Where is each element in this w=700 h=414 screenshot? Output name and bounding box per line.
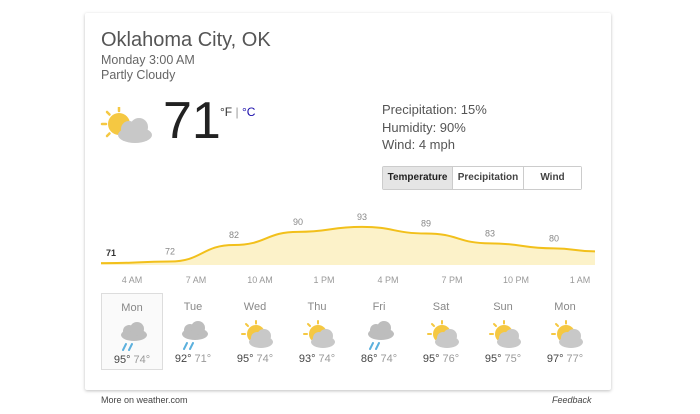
partly-cloudy-icon xyxy=(241,320,273,348)
forecast-day-name: Wed xyxy=(243,301,267,313)
data-label: 82 xyxy=(229,230,239,240)
forecast-day-name: Mon xyxy=(121,302,143,314)
data-label: 93 xyxy=(357,212,367,222)
x-tick-label: 10 PM xyxy=(503,275,529,285)
location-title: Oklahoma City, OK xyxy=(101,29,271,51)
forecast-temps: 95° 75° xyxy=(473,353,533,365)
forecast-low: 74° xyxy=(318,353,336,365)
rain-icon xyxy=(121,322,147,351)
unit-celsius[interactable]: °C xyxy=(242,105,255,119)
forecast-high: 95° xyxy=(484,353,502,365)
precipitation-text: Precipitation: 15% xyxy=(382,102,487,117)
weather-source-link[interactable]: More on weather.com xyxy=(101,395,188,405)
forecast-low: 74° xyxy=(256,353,274,365)
forecast-day[interactable]: Fri 86° 74° xyxy=(349,293,409,368)
forecast-temps: 95° 76° xyxy=(411,353,471,365)
weather-card: Oklahoma City, OK Monday 3:00 AM Partly … xyxy=(85,13,611,390)
wind-text: Wind: 4 mph xyxy=(382,137,455,152)
forecast-high: 93° xyxy=(298,353,316,365)
partly-cloudy-icon xyxy=(489,320,521,348)
forecast-high: 92° xyxy=(174,353,192,365)
partly-cloudy-icon xyxy=(551,320,583,348)
forecast-low: 77° xyxy=(566,353,584,365)
x-tick-label: 10 AM xyxy=(247,275,273,285)
forecast-low: 74° xyxy=(133,354,151,366)
x-tick-label: 7 PM xyxy=(441,275,462,285)
current-condition: Partly Cloudy xyxy=(101,68,176,82)
x-tick-label: 4 PM xyxy=(377,275,398,285)
rain-icon xyxy=(182,321,208,350)
forecast-temps: 95° 74° xyxy=(225,353,285,365)
forecast-day-name: Thu xyxy=(307,301,327,313)
forecast-day-name: Mon xyxy=(554,301,576,313)
tab-temperature[interactable]: Temperature xyxy=(383,167,453,189)
feedback-link[interactable]: Feedback xyxy=(552,395,592,405)
tab-precipitation[interactable]: Precipitation xyxy=(453,167,524,189)
forecast-temps: 97° 77° xyxy=(535,353,595,365)
data-label: 72 xyxy=(165,247,175,257)
forecast-day-name: Sun xyxy=(493,301,513,313)
forecast-high: 86° xyxy=(360,353,378,365)
forecast-day-name: Tue xyxy=(183,301,203,313)
forecast-low: 76° xyxy=(442,353,460,365)
forecast-high: 95° xyxy=(113,354,131,366)
forecast-high: 95° xyxy=(236,353,254,365)
x-tick-label: 7 AM xyxy=(186,275,207,285)
current-temperature: 71 xyxy=(163,92,221,150)
chart-area xyxy=(101,226,595,265)
forecast-day[interactable]: Mon 97° 77° xyxy=(535,293,595,368)
data-label: 90 xyxy=(293,217,303,227)
partly-cloudy-icon xyxy=(100,107,152,143)
forecast-day-name: Sat xyxy=(432,301,450,313)
partly-cloudy-icon xyxy=(303,320,335,348)
forecast-high: 95° xyxy=(422,353,440,365)
current-datetime: Monday 3:00 AM xyxy=(101,53,195,67)
forecast-low: 75° xyxy=(504,353,522,365)
forecast-day[interactable]: Wed 95° 74° xyxy=(225,293,285,368)
unit-toggle: °F | °C xyxy=(220,105,255,119)
unit-separator: | xyxy=(235,105,239,119)
x-tick-label: 1 AM xyxy=(570,275,591,285)
partly-cloudy-icon xyxy=(427,320,459,348)
forecast-day[interactable]: Mon 95° 74° xyxy=(101,293,163,370)
rain-icon xyxy=(368,321,394,350)
forecast-high: 97° xyxy=(546,353,564,365)
forecast-day[interactable]: Thu 93° 74° xyxy=(287,293,347,368)
x-tick-label: 1 PM xyxy=(313,275,334,285)
forecast-low: 74° xyxy=(380,353,398,365)
forecast-low: 71° xyxy=(194,353,212,365)
forecast-temps: 86° 74° xyxy=(349,353,409,365)
forecast-day[interactable]: Tue 92° 71° xyxy=(163,293,223,368)
forecast-temps: 92° 71° xyxy=(163,353,223,365)
forecast-day-name: Fri xyxy=(372,301,386,313)
forecast-day[interactable]: Sat 95° 76° xyxy=(411,293,471,368)
forecast-day[interactable]: Sun 95° 75° xyxy=(473,293,533,368)
x-tick-label: 4 AM xyxy=(122,275,143,285)
tab-wind[interactable]: Wind xyxy=(524,167,581,189)
data-label: 83 xyxy=(485,228,495,238)
forecast-temps: 95° 74° xyxy=(102,354,162,366)
unit-fahrenheit[interactable]: °F xyxy=(220,105,232,119)
humidity-text: Humidity: 90% xyxy=(382,120,466,135)
data-label: 71 xyxy=(106,248,116,258)
chart-tabs: Temperature Precipitation Wind xyxy=(382,166,582,190)
chart-line xyxy=(101,225,596,265)
data-label: 80 xyxy=(549,233,559,243)
data-label: 89 xyxy=(421,218,431,228)
forecast-temps: 93° 74° xyxy=(287,353,347,365)
